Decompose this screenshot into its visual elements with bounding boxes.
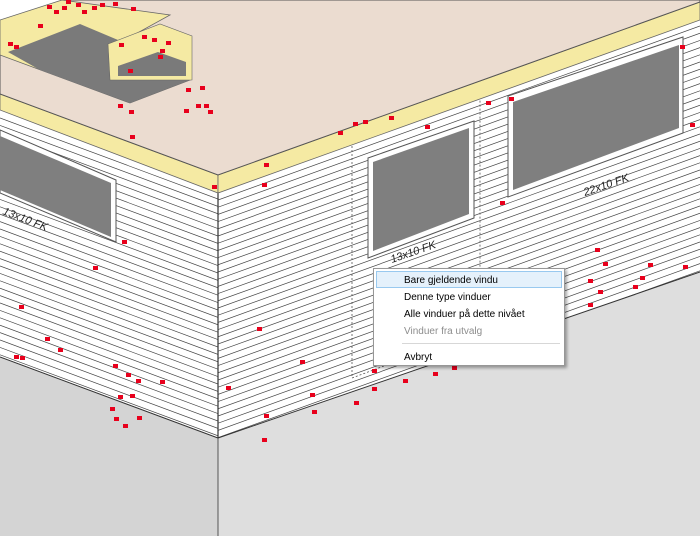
selection-marker (122, 240, 127, 244)
selection-marker (131, 7, 136, 11)
selection-marker (509, 97, 514, 101)
selection-marker (93, 266, 98, 270)
selection-marker (683, 265, 688, 269)
selection-marker (588, 279, 593, 283)
selection-marker (300, 360, 305, 364)
selection-marker (137, 416, 142, 420)
selection-marker (158, 55, 163, 59)
selection-marker (680, 45, 685, 49)
selection-marker (20, 356, 25, 360)
selection-marker (113, 2, 118, 6)
selection-marker (262, 183, 267, 187)
selection-marker (14, 355, 19, 359)
selection-marker (500, 201, 505, 205)
selection-marker (633, 285, 638, 289)
selection-marker (363, 120, 368, 124)
selection-marker (257, 327, 262, 331)
3d-model-viewport[interactable]: 13x10 FK 13x10 FK 22x10 FK (0, 0, 700, 536)
selection-marker (452, 366, 457, 370)
selection-marker (66, 0, 71, 4)
selection-marker (208, 110, 213, 114)
selection-marker (113, 364, 118, 368)
selection-marker (130, 394, 135, 398)
selection-marker (14, 45, 19, 49)
selection-marker (486, 101, 491, 105)
selection-marker (110, 407, 115, 411)
selection-marker (62, 6, 67, 10)
selection-marker (262, 438, 267, 442)
selection-marker (166, 41, 171, 45)
selection-marker (598, 290, 603, 294)
selection-marker (114, 417, 119, 421)
selection-marker (264, 414, 269, 418)
menu-item-all-windows-level[interactable]: Alle vinduer på dette nivået (376, 305, 562, 322)
selection-marker (184, 109, 189, 113)
selection-marker (425, 125, 430, 129)
selection-marker (372, 369, 377, 373)
selection-marker (58, 348, 63, 352)
selection-marker (82, 10, 87, 14)
selection-marker (152, 38, 157, 42)
selection-marker (338, 131, 343, 135)
menu-separator (402, 343, 560, 344)
selection-marker (128, 69, 133, 73)
selection-marker (186, 88, 191, 92)
selection-marker (38, 24, 43, 28)
selection-marker (142, 35, 147, 39)
selection-marker (433, 372, 438, 376)
selection-marker (595, 248, 600, 252)
menu-item-windows-from-selection: Vinduer fra utvalg (404, 326, 483, 337)
selection-marker (130, 135, 135, 139)
selection-marker (372, 387, 377, 391)
selection-marker (648, 263, 653, 267)
selection-marker (354, 401, 359, 405)
context-menu: Bare gjeldende vindu Denne type vinduer … (373, 268, 565, 366)
selection-marker (196, 104, 201, 108)
selection-marker (118, 395, 123, 399)
selection-marker (310, 393, 315, 397)
selection-marker (226, 386, 231, 390)
selection-marker (45, 337, 50, 341)
selection-marker (200, 86, 205, 90)
selection-marker (160, 380, 165, 384)
selection-marker (8, 42, 13, 46)
selection-marker (92, 6, 97, 10)
selection-marker (690, 123, 695, 127)
selection-marker (160, 49, 165, 53)
menu-item-current-window[interactable]: Bare gjeldende vindu (376, 271, 562, 288)
selection-marker (100, 3, 105, 7)
selection-marker (19, 305, 24, 309)
menu-item-this-window-type[interactable]: Denne type vinduer (376, 288, 562, 305)
selection-marker (588, 303, 593, 307)
menu-item-cancel[interactable]: Avbryt (376, 348, 562, 365)
selection-marker (47, 5, 52, 9)
selection-marker (126, 373, 131, 377)
selection-marker (119, 43, 124, 47)
selection-marker (129, 110, 134, 114)
selection-marker (264, 163, 269, 167)
selection-marker (204, 104, 209, 108)
selection-marker (389, 116, 394, 120)
selection-marker (123, 424, 128, 428)
selection-marker (312, 410, 317, 414)
selection-marker (118, 104, 123, 108)
selection-marker (640, 276, 645, 280)
selection-marker (603, 262, 608, 266)
selection-marker (136, 379, 141, 383)
selection-marker (212, 185, 217, 189)
selection-marker (403, 379, 408, 383)
selection-marker (353, 122, 358, 126)
selection-marker (76, 3, 81, 7)
selection-marker (54, 10, 59, 14)
